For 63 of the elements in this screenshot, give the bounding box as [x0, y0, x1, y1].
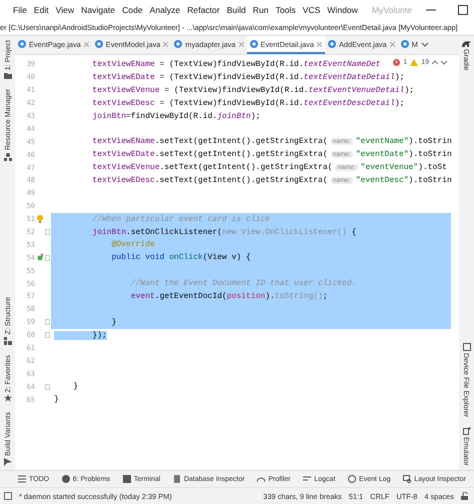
class-file-icon	[94, 40, 103, 48]
code-line: textViewEDesc = (TextView)findViewById(R.id.textEventDescDetail);	[91, 98, 404, 108]
panel-toggle-icon[interactable]	[4, 492, 12, 500]
close-tab-icon[interactable]	[316, 42, 322, 46]
fold-marker-icon[interactable]	[45, 332, 50, 338]
menu-item[interactable]: Run	[252, 4, 269, 14]
code-line: public void onClick(View v) {	[110, 253, 251, 262]
class-file-icon	[328, 40, 336, 48]
class-file-icon	[18, 40, 26, 48]
code-line: //Want the Event Document ID that user clicked.	[130, 279, 356, 288]
profiler-icon	[257, 475, 266, 483]
database-icon	[172, 475, 181, 483]
menu-item[interactable]: Tools	[276, 4, 296, 14]
lock-icon[interactable]	[461, 492, 468, 500]
code-line: //When particular event card is click	[91, 214, 270, 224]
problems-icon	[62, 475, 70, 483]
maximize-icon[interactable]	[458, 4, 468, 14]
tool-window-icon[interactable]	[4, 152, 12, 161]
code-line: joinBtn=findViewById(R.id.joinBtn);	[91, 112, 260, 120]
fold-marker-icon[interactable]	[45, 384, 50, 390]
event-log-icon	[348, 475, 356, 483]
chevron-up-icon[interactable]	[432, 60, 438, 65]
menu-item[interactable]: View	[56, 4, 74, 14]
tool-window-icon[interactable]	[462, 342, 470, 351]
fold-marker-icon[interactable]	[45, 254, 50, 261]
class-file-icon	[250, 40, 258, 48]
menu-item[interactable]: Window	[327, 4, 358, 14]
code-line: textViewEDate = (TextView)findViewById(R.id.textEventDateDetail);	[91, 72, 404, 82]
code-line: }	[54, 395, 59, 404]
fold-marker-icon[interactable]	[45, 229, 50, 236]
terminal-icon	[122, 475, 131, 483]
menu-item[interactable]: VCS	[302, 4, 320, 14]
class-file-icon	[174, 40, 182, 48]
code-line: joinBtn.setOnClickListener(new View.OnClickListener() {	[91, 228, 356, 237]
menu-item[interactable]: Analyze	[150, 4, 180, 14]
code-line: }	[72, 382, 78, 392]
project-title: MyVolunte	[372, 4, 412, 14]
menu-item[interactable]: Build	[226, 4, 246, 14]
layout-inspector-icon	[403, 475, 412, 483]
code-line: textViewEName = (TextView)findViewById(R.id.textEventNameDet	[91, 60, 380, 69]
code-line: }	[110, 318, 116, 327]
tool-window-icon[interactable]	[462, 40, 471, 47]
code-line: textViewEVenue = (TextView)findViewById(R.id.textEventVenueDetail);	[91, 86, 414, 95]
lightbulb-icon[interactable]	[37, 215, 43, 224]
code-line: @Override	[110, 240, 155, 250]
tool-window-icon[interactable]	[4, 394, 12, 402]
tool-window-icon[interactable]	[4, 458, 12, 466]
menu-item[interactable]: Code	[122, 4, 143, 14]
menu-item[interactable]: Refactor	[187, 4, 220, 14]
fold-marker-icon[interactable]	[45, 319, 50, 326]
todo-icon	[18, 475, 26, 483]
logcat-icon	[303, 475, 312, 483]
code-line: event.getEventDocId(position).toString();	[130, 292, 328, 301]
chevron-down-icon[interactable]	[441, 60, 447, 65]
tool-window-icon[interactable]	[4, 336, 12, 345]
tool-window-icon[interactable]	[4, 72, 12, 80]
menu-item[interactable]: Edit	[34, 4, 49, 14]
tool-window-icon[interactable]	[462, 427, 470, 436]
menu-item[interactable]: Navigate	[81, 4, 116, 14]
override-icon[interactable]	[36, 254, 44, 262]
class-file-icon	[400, 40, 409, 48]
error-icon[interactable]	[393, 59, 400, 66]
menu-item[interactable]: File	[13, 4, 27, 14]
